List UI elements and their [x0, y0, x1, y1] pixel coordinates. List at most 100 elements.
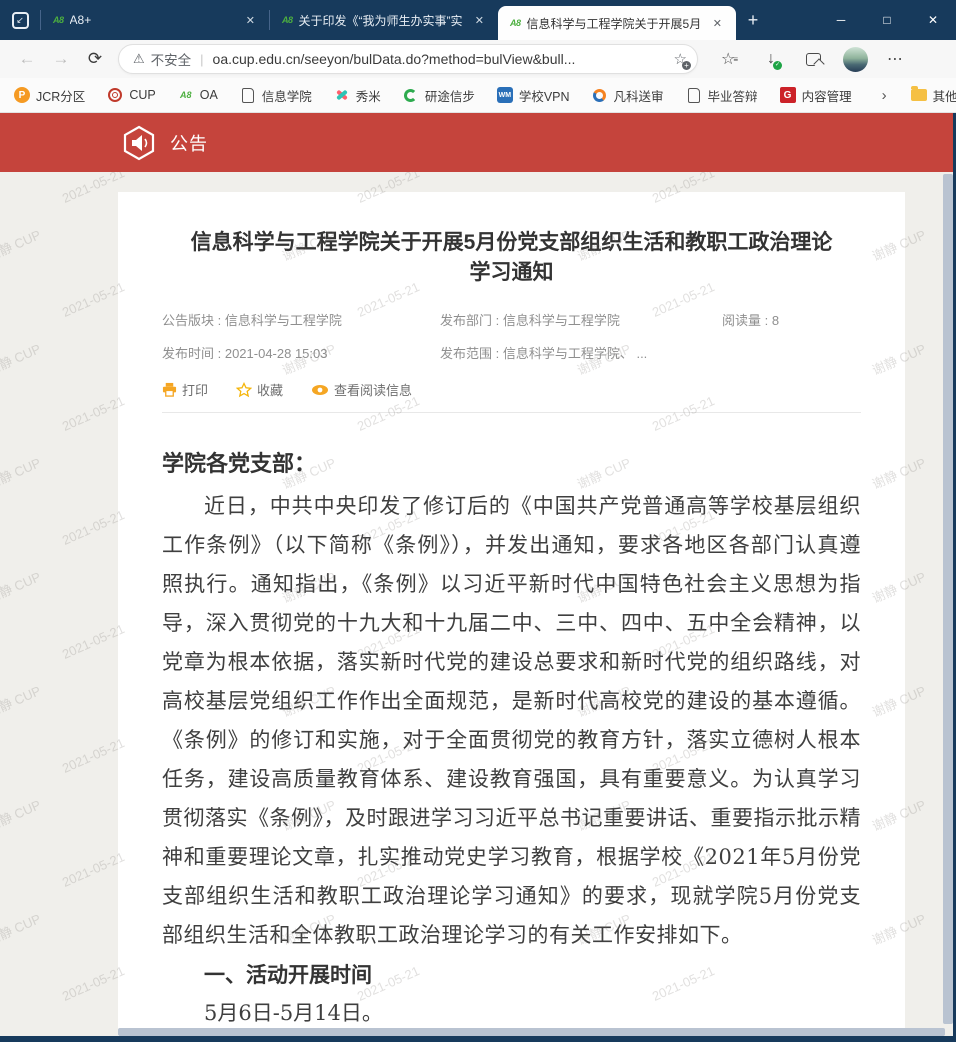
- green-ring-icon: [403, 87, 419, 103]
- megaphone-hexagon-icon: [122, 125, 156, 161]
- meta-publish-time: 发布时间 : 2021-04-28 15:03: [162, 343, 440, 362]
- section-1-heading: 一、活动开展时间: [162, 955, 861, 994]
- pill-divider: |: [200, 52, 203, 67]
- favorite-button[interactable]: 收藏: [236, 380, 283, 399]
- bookmark-oa[interactable]: A8 OA: [178, 87, 218, 103]
- fanke-ring-icon: [592, 87, 608, 103]
- bookmark-label: 凡科送审: [614, 86, 664, 105]
- bookmark-jcr[interactable]: P JCR分区: [14, 86, 85, 105]
- url-text[interactable]: oa.cup.edu.cn/seeyon/bulData.do?method=b…: [213, 51, 674, 67]
- cms-g-icon: G: [780, 87, 796, 103]
- bookmark-fanke[interactable]: 凡科送审: [592, 86, 664, 105]
- watermark-text: 谢静 CUP: [0, 224, 43, 265]
- avatar: [843, 47, 868, 72]
- watermark-text: 谢静 CUP: [0, 794, 43, 835]
- a8-favicon-icon: A8: [510, 18, 521, 28]
- document-viewport[interactable]: 信息科学与工程学院关于开展5月份党支部组织生活和教职工政治理论学习通知 公告版块…: [0, 172, 953, 1036]
- horizontal-scrollbar[interactable]: [118, 1028, 945, 1036]
- bookmark-yantuxinbu[interactable]: 研途信步: [403, 86, 475, 105]
- watermark-text: 2021-05-21: [60, 172, 127, 206]
- folder-icon: [911, 89, 927, 101]
- bookmark-label: 秀米: [356, 86, 381, 105]
- tab-actions-icon: ↙: [12, 12, 29, 29]
- jcr-icon: P: [14, 87, 30, 103]
- other-favorites-label: 其他收藏夹: [933, 86, 956, 105]
- favorites-button[interactable]: ☆≡: [712, 44, 746, 74]
- meta-publish-scope: 发布范围 : 信息科学与工程学院、 ...: [440, 343, 722, 362]
- maximize-button[interactable]: □: [864, 0, 910, 40]
- favorites-lines-icon: ≡: [733, 55, 737, 64]
- bookmark-label: 学校VPN: [519, 86, 570, 105]
- minimize-button[interactable]: ─: [818, 0, 864, 40]
- a8-favicon-icon: A8: [282, 15, 293, 25]
- eye-icon: [311, 383, 329, 397]
- page-icon: [240, 87, 256, 103]
- close-button[interactable]: ✕: [910, 0, 956, 40]
- bookmark-label: CUP: [129, 88, 155, 102]
- watermark-text: 2021-05-21: [60, 279, 127, 320]
- watermark-text: 谢静 CUP: [0, 452, 43, 493]
- browser-window: ↙ A8 A8+ ✕ A8 关于印发《“我为师生办实事”实 ✕ A8 信息科学与…: [0, 0, 956, 1042]
- bookmark-xiumi[interactable]: 秀米: [334, 86, 381, 105]
- meta-board: 公告版块 : 信息科学与工程学院: [162, 310, 440, 329]
- a8-logo-icon: A8: [178, 87, 194, 103]
- print-button[interactable]: 打印: [162, 380, 208, 399]
- add-favorite-icon[interactable]: ☆+: [674, 50, 687, 68]
- meta-read-count: 阅读量 : 8: [722, 310, 861, 329]
- document-actions: 打印 收藏 查看阅读信息: [162, 380, 861, 399]
- forward-button[interactable]: →: [44, 44, 78, 74]
- other-favorites-button[interactable]: 其他收藏夹: [911, 86, 956, 105]
- plus-glyph: +: [682, 61, 691, 70]
- window-bottom-edge: [0, 1036, 956, 1042]
- bookmark-label: 研途信步: [425, 86, 475, 105]
- download-check-icon: ✓: [773, 61, 782, 70]
- back-button[interactable]: ←: [10, 44, 44, 74]
- cup-emblem-icon: [107, 87, 123, 103]
- web-capture-button[interactable]: [796, 44, 830, 74]
- tab-label: 关于印发《“我为师生办实事”实: [299, 12, 465, 29]
- tab-label: A8+: [70, 13, 236, 27]
- bookmark-label: OA: [200, 88, 218, 102]
- bookmark-xinxixueyuan[interactable]: 信息学院: [240, 86, 312, 105]
- view-read-info-label: 查看阅读信息: [334, 380, 412, 399]
- vertical-scrollbar[interactable]: [943, 174, 953, 1024]
- tab-document2[interactable]: A8 关于印发《“我为师生办实事”实 ✕: [270, 0, 498, 40]
- tab-close-icon[interactable]: ✕: [471, 12, 488, 29]
- bookmark-cms[interactable]: G 内容管理: [780, 86, 852, 105]
- more-menu-button[interactable]: ⋯: [878, 44, 912, 74]
- tab-actions-menu-button[interactable]: ↙: [0, 0, 40, 40]
- profile-button[interactable]: [838, 44, 872, 74]
- downloads-button[interactable]: ↓ ✓: [754, 44, 788, 74]
- address-bar[interactable]: ⚠ 不安全 | oa.cup.edu.cn/seeyon/bulData.do?…: [118, 44, 698, 74]
- page-content: 公告 信息科学与工程学院关于开展5月份党支部组织生活和教职工政治理论学习通知 公…: [0, 113, 956, 1042]
- security-label: 不安全: [151, 49, 192, 69]
- new-tab-button[interactable]: +: [736, 3, 770, 37]
- announcement-title: 信息科学与工程学院关于开展5月份党支部组织生活和教职工政治理论学习通知: [162, 228, 861, 288]
- tab-close-icon[interactable]: ✕: [709, 15, 726, 32]
- watermark-text: 2021-05-21: [60, 393, 127, 434]
- announcement-banner: 公告: [0, 113, 956, 172]
- watermark-text: 2021-05-21: [60, 963, 127, 1004]
- watermark-text: 谢静 CUP: [0, 338, 43, 379]
- view-read-info-button[interactable]: 查看阅读信息: [311, 380, 412, 399]
- xiumi-x-icon: [334, 87, 350, 103]
- not-secure-warning-icon: ⚠: [133, 51, 145, 67]
- watermark-text: 谢静 CUP: [0, 680, 43, 721]
- body-paragraph: 近日，中共中央印发了修订后的《中国共产党普通高等学校基层组织工作条例》（以下简称…: [162, 487, 861, 955]
- bookmark-label: 内容管理: [802, 86, 852, 105]
- bookmark-vpn[interactable]: WM 学校VPN: [497, 86, 570, 105]
- tab-label: 信息科学与工程学院关于开展5月: [527, 15, 703, 32]
- bookmark-label: JCR分区: [36, 86, 85, 105]
- tab-active-announcement[interactable]: A8 信息科学与工程学院关于开展5月 ✕: [498, 6, 736, 40]
- refresh-button[interactable]: ⟳: [78, 44, 112, 74]
- printer-icon: [162, 382, 177, 397]
- bookmark-cup[interactable]: CUP: [107, 87, 155, 103]
- tab-a8[interactable]: A8 A8+ ✕: [41, 0, 269, 40]
- bookmarks-overflow-chevron[interactable]: ›: [874, 87, 895, 104]
- bookmark-label: 信息学院: [262, 86, 312, 105]
- bookmark-biyedabian[interactable]: 毕业答辩: [686, 86, 758, 105]
- browser-toolbar: ← → ⟳ ⚠ 不安全 | oa.cup.edu.cn/seeyon/bulDa…: [0, 40, 956, 78]
- tab-close-icon[interactable]: ✕: [242, 12, 259, 29]
- meta-publish-dept: 发布部门 : 信息科学与工程学院: [440, 310, 722, 329]
- actions-divider: [162, 412, 861, 413]
